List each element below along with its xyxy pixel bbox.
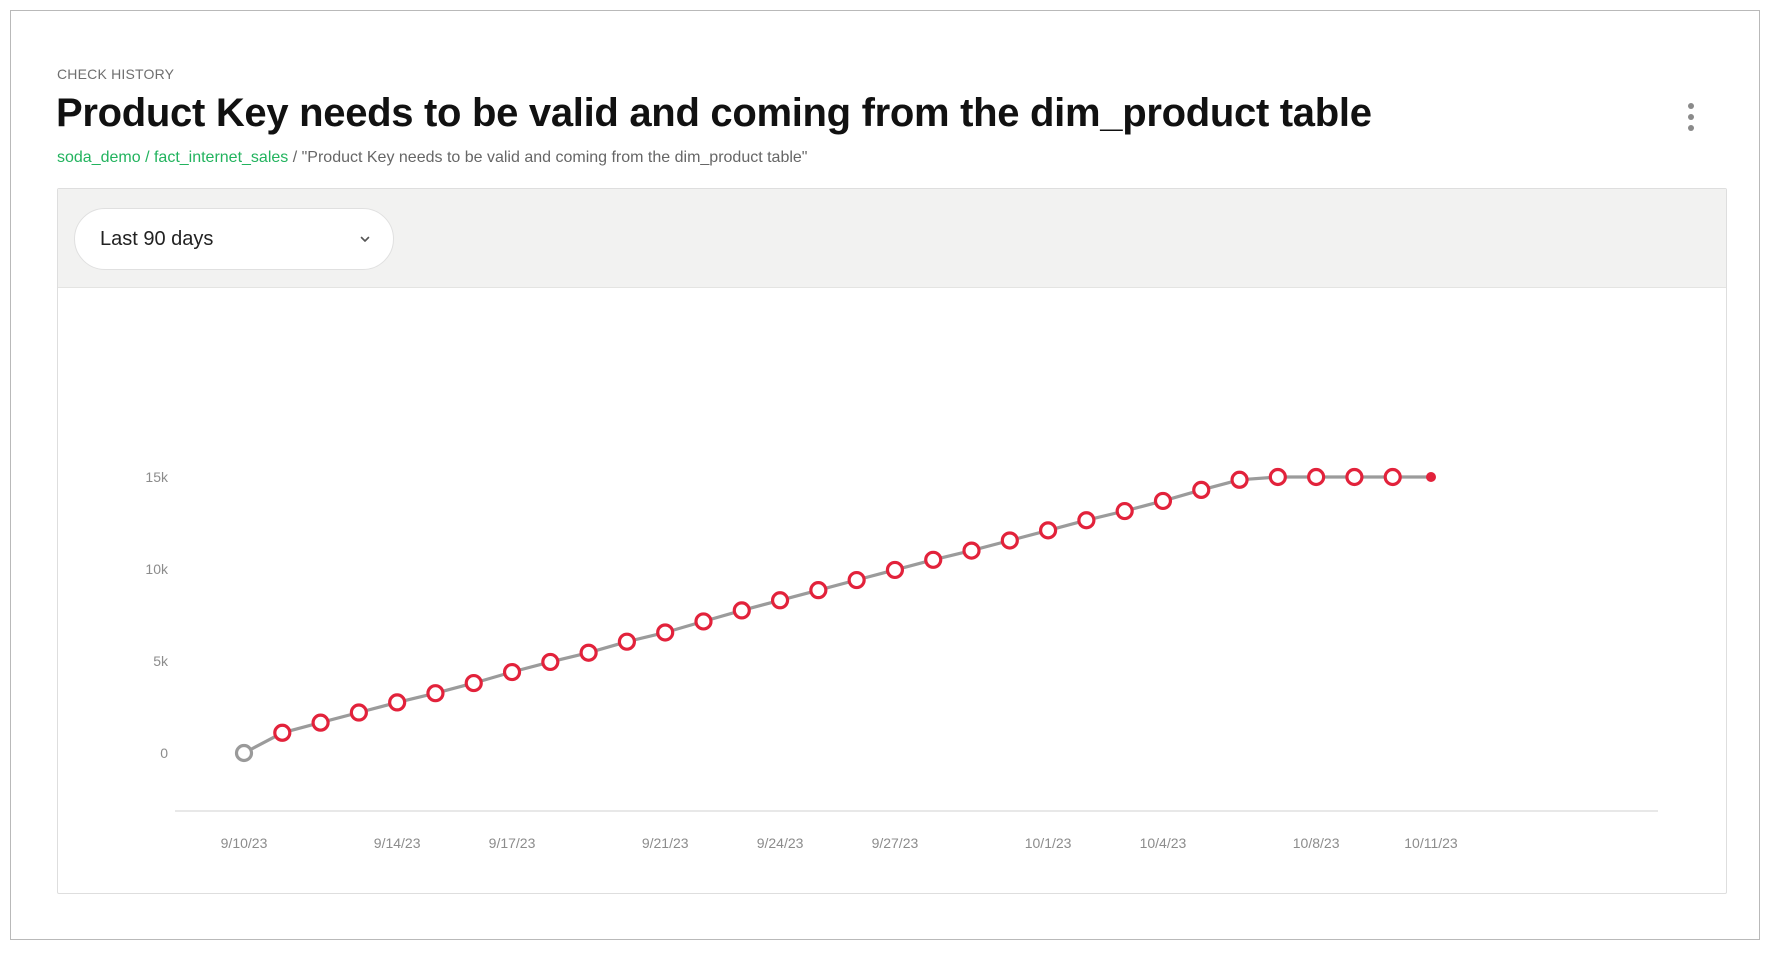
x-tick-label: 9/21/23 [642, 835, 689, 851]
data-point-current [1426, 472, 1436, 482]
line-chart: 0 5k 10k 15k 9/10/23 9/14/23 9/17/23 9/21/23 9/2… [145, 467, 1658, 851]
data-point [1230, 470, 1249, 489]
data-point [847, 570, 866, 590]
data-point [273, 723, 292, 742]
data-point [1345, 467, 1364, 487]
data-point [1115, 501, 1134, 521]
y-tick-label: 0 [160, 745, 168, 761]
data-point [1153, 491, 1173, 511]
breadcrumb-datasource-link[interactable]: soda_demo [57, 149, 141, 166]
menu-dot [1688, 114, 1694, 120]
x-tick-label: 9/10/23 [221, 835, 268, 851]
data-point [1000, 531, 1019, 550]
data-point [1268, 467, 1287, 487]
menu-dot [1688, 125, 1694, 131]
data-point [464, 673, 483, 693]
chevron-down-icon [360, 236, 370, 242]
data-point [924, 550, 943, 569]
check-history-page: CHECK HISTORY Product Key needs to be va… [10, 10, 1760, 940]
breadcrumb: soda_demo / fact_internet_sales / "Produ… [57, 149, 807, 167]
series-line [242, 475, 1433, 755]
data-point [1077, 511, 1096, 530]
data-point [311, 713, 330, 732]
x-tick-label: 10/1/23 [1025, 835, 1072, 851]
date-range-value: Last 90 days [100, 227, 214, 250]
breadcrumb-check-name: / "Product Key needs to be valid and com… [288, 149, 808, 166]
data-point [885, 560, 905, 580]
x-tick-label: 9/27/23 [872, 835, 919, 851]
data-point [349, 703, 368, 722]
x-tick-label: 9/14/23 [374, 835, 421, 851]
x-tick-label: 10/11/23 [1404, 835, 1458, 851]
section-label: CHECK HISTORY [57, 66, 175, 82]
data-point [770, 591, 790, 610]
page-title: Product Key needs to be valid and coming… [56, 91, 1372, 135]
data-point [1192, 480, 1211, 499]
data-point [579, 643, 598, 662]
breadcrumb-dataset-link[interactable]: fact_internet_sales [154, 149, 288, 166]
chart-panel: Last 90 days 0 5k 10k 15k 9/10/23 9/14/23 9/17… [57, 188, 1727, 894]
data-point [541, 652, 560, 672]
x-tick-label: 9/17/23 [489, 835, 536, 851]
date-range-select[interactable]: Last 90 days [74, 208, 394, 270]
breadcrumb-separator: / [140, 149, 154, 166]
x-tick-label: 9/24/23 [757, 835, 804, 851]
data-point [1383, 467, 1402, 487]
data-point [617, 632, 637, 651]
data-point [234, 743, 254, 763]
y-tick-label: 15k [145, 469, 169, 485]
data-point [962, 541, 981, 560]
data-point [694, 612, 713, 631]
data-point [426, 684, 445, 703]
y-tick-label: 10k [145, 561, 169, 577]
chart-toolbar: Last 90 days [58, 189, 1726, 288]
data-point [656, 623, 675, 642]
data-point [809, 581, 828, 600]
x-tick-label: 10/8/23 [1293, 835, 1340, 851]
y-tick-label: 5k [153, 653, 169, 669]
data-point [502, 662, 522, 682]
menu-dot [1688, 103, 1694, 109]
data-point [732, 601, 751, 620]
data-point [388, 693, 407, 712]
data-point [1038, 521, 1058, 540]
chart-area: 0 5k 10k 15k 9/10/23 9/14/23 9/17/23 9/21/23 9/2… [58, 288, 1726, 893]
x-tick-label: 10/4/23 [1140, 835, 1187, 851]
data-point [1307, 467, 1326, 487]
more-vertical-icon[interactable] [1679, 99, 1703, 135]
